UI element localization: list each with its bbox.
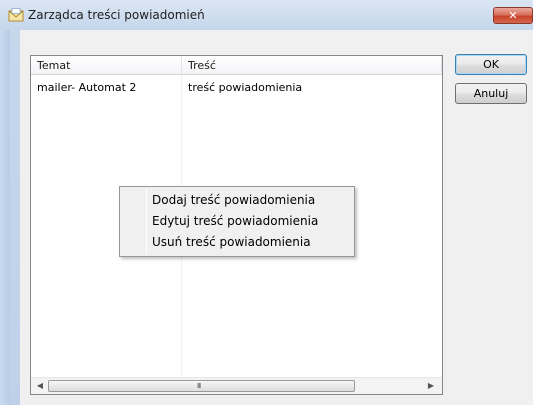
- ok-button[interactable]: OK: [455, 54, 527, 75]
- dialog-window: Zarządca treści powiadomień ✕ Temat Treś…: [0, 0, 533, 405]
- title-bar[interactable]: Zarządca treści powiadomień ✕: [0, 0, 533, 30]
- horizontal-scrollbar[interactable]: ◀ III ▶: [31, 377, 442, 394]
- cell-temat: mailer- Automat 2: [37, 81, 137, 94]
- context-menu: Dodaj treść powiadomienia Edytuj treść p…: [119, 186, 355, 257]
- list-header: Temat Treść: [31, 56, 442, 75]
- cancel-button[interactable]: Anuluj: [455, 83, 527, 104]
- grip-icon: III: [197, 382, 201, 390]
- close-icon: ✕: [508, 9, 518, 22]
- column-header-tresc[interactable]: Treść: [188, 59, 216, 72]
- window-frame-left: [0, 30, 10, 405]
- scroll-left-icon[interactable]: ◀: [33, 381, 47, 390]
- column-separator[interactable]: [441, 56, 442, 75]
- cell-tresc: treść powiadomienia: [188, 81, 303, 94]
- menu-item-delete[interactable]: Usuń treść powiadomienia: [122, 232, 352, 252]
- close-button[interactable]: ✕: [493, 7, 533, 24]
- scrollbar-thumb[interactable]: III: [48, 380, 355, 392]
- menu-item-add[interactable]: Dodaj treść powiadomienia: [122, 190, 352, 210]
- window-title: Zarządca treści powiadomień: [28, 8, 205, 22]
- column-separator[interactable]: [181, 56, 182, 75]
- column-header-temat[interactable]: Temat: [37, 59, 70, 72]
- scroll-right-icon[interactable]: ▶: [424, 381, 438, 390]
- envelope-icon: [8, 8, 24, 22]
- menu-item-edit[interactable]: Edytuj treść powiadomienia: [122, 211, 352, 231]
